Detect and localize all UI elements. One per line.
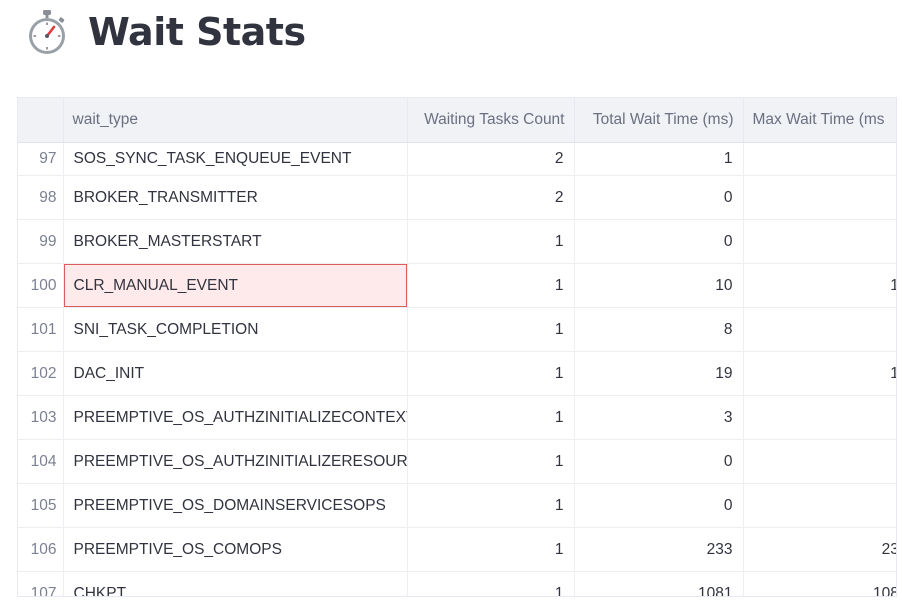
- max-wait-time-cell[interactable]: 0: [743, 219, 896, 264]
- wait-type-cell[interactable]: SOS_SYNC_TASK_ENQUEUE_EVENT: [63, 142, 408, 176]
- total-wait-time-cell[interactable]: 1081: [574, 571, 744, 596]
- wait-type-cell[interactable]: PREEMPTIVE_OS_AUTHZINITIALIZERESOURCEMAN…: [63, 439, 408, 484]
- row-index-cell[interactable]: 101: [18, 307, 64, 352]
- row-index-cell[interactable]: 107: [18, 571, 64, 596]
- row-index-cell[interactable]: 100: [18, 263, 64, 308]
- total-wait-time-cell[interactable]: 10: [574, 263, 744, 308]
- row-index-cell[interactable]: 98: [18, 175, 64, 220]
- wait-type-cell[interactable]: PREEMPTIVE_OS_DOMAINSERVICESOPS: [63, 483, 408, 528]
- column-header-waiting-tasks-count[interactable]: Waiting Tasks Count: [407, 98, 575, 143]
- table-row[interactable]: 101SNI_TASK_COMPLETION188: [18, 307, 896, 352]
- wait-type-cell[interactable]: SNI_TASK_COMPLETION: [63, 307, 408, 352]
- max-wait-time-cell[interactable]: 10: [743, 263, 896, 308]
- total-wait-time-cell[interactable]: 0: [574, 439, 744, 484]
- table-row[interactable]: 106PREEMPTIVE_OS_COMOPS1233233: [18, 527, 896, 572]
- max-wait-time-cell[interactable]: 0: [743, 439, 896, 484]
- table-row[interactable]: 100CLR_MANUAL_EVENT11010: [18, 263, 896, 308]
- max-wait-time-cell[interactable]: 233: [743, 527, 896, 572]
- waiting-tasks-count-cell[interactable]: 1: [407, 307, 575, 352]
- total-wait-time-cell[interactable]: 19: [574, 351, 744, 396]
- table-row[interactable]: 102DAC_INIT11919: [18, 351, 896, 396]
- total-wait-time-cell[interactable]: 0: [574, 219, 744, 264]
- table-header-row: wait_type Waiting Tasks Count Total Wait…: [18, 98, 896, 143]
- stopwatch-icon: [29, 10, 65, 54]
- max-wait-time-cell[interactable]: 3: [743, 395, 896, 440]
- max-wait-time-cell[interactable]: 0: [743, 175, 896, 220]
- selected-cell[interactable]: CLR_MANUAL_EVENT: [63, 263, 408, 308]
- waiting-tasks-count-cell[interactable]: 1: [407, 527, 575, 572]
- table-row[interactable]: 104PREEMPTIVE_OS_AUTHZINITIALIZERESOURCE…: [18, 439, 896, 484]
- total-wait-time-cell[interactable]: 1: [574, 142, 744, 176]
- waiting-tasks-count-cell[interactable]: 1: [407, 395, 575, 440]
- column-header-index[interactable]: [18, 98, 64, 143]
- waiting-tasks-count-cell[interactable]: 1: [407, 263, 575, 308]
- row-index-cell[interactable]: 102: [18, 351, 64, 396]
- waiting-tasks-count-cell[interactable]: 2: [407, 142, 575, 176]
- table-row[interactable]: 97SOS_SYNC_TASK_ENQUEUE_EVENT210: [18, 142, 896, 176]
- max-wait-time-cell[interactable]: 0: [743, 483, 896, 528]
- waiting-tasks-count-cell[interactable]: 1: [407, 483, 575, 528]
- column-header-max-wait-time[interactable]: Max Wait Time (ms: [743, 98, 896, 143]
- waiting-tasks-count-cell[interactable]: 2: [407, 175, 575, 220]
- wait-type-cell[interactable]: DAC_INIT: [63, 351, 408, 396]
- table-row[interactable]: 99BROKER_MASTERSTART100: [18, 219, 896, 264]
- waiting-tasks-count-cell[interactable]: 1: [407, 219, 575, 264]
- page-title: Wait Stats: [88, 10, 306, 54]
- total-wait-time-cell[interactable]: 8: [574, 307, 744, 352]
- total-wait-time-cell[interactable]: 0: [574, 175, 744, 220]
- column-header-total-wait-time[interactable]: Total Wait Time (ms): [574, 98, 744, 143]
- total-wait-time-cell[interactable]: 0: [574, 483, 744, 528]
- page-header: Wait Stats: [26, 6, 306, 58]
- row-index-cell[interactable]: 105: [18, 483, 64, 528]
- table-row[interactable]: 103PREEMPTIVE_OS_AUTHZINITIALIZECONTEXTF…: [18, 395, 896, 440]
- total-wait-time-cell[interactable]: 233: [574, 527, 744, 572]
- row-index-cell[interactable]: 99: [18, 219, 64, 264]
- wait-type-cell[interactable]: BROKER_MASTERSTART: [63, 219, 408, 264]
- table-row[interactable]: 98BROKER_TRANSMITTER200: [18, 175, 896, 220]
- waiting-tasks-count-cell[interactable]: 1: [407, 571, 575, 596]
- row-index-cell[interactable]: 106: [18, 527, 64, 572]
- column-header-wait-type[interactable]: wait_type: [63, 98, 408, 143]
- waiting-tasks-count-cell[interactable]: 1: [407, 439, 575, 484]
- dataframe-table[interactable]: wait_type Waiting Tasks Count Total Wait…: [17, 97, 897, 597]
- wait-type-cell[interactable]: PREEMPTIVE_OS_AUTHZINITIALIZECONTEXTFROM…: [63, 395, 408, 440]
- max-wait-time-cell[interactable]: 1081: [743, 571, 896, 596]
- row-index-cell[interactable]: 97: [18, 142, 64, 176]
- wait-type-cell[interactable]: PREEMPTIVE_OS_COMOPS: [63, 527, 408, 572]
- table-row[interactable]: 107CHKPT110811081: [18, 571, 896, 596]
- table-row[interactable]: 105PREEMPTIVE_OS_DOMAINSERVICESOPS100: [18, 483, 896, 528]
- table-body: 97SOS_SYNC_TASK_ENQUEUE_EVENT21098BROKER…: [18, 142, 896, 596]
- max-wait-time-cell[interactable]: 0: [743, 142, 896, 176]
- max-wait-time-cell[interactable]: 19: [743, 351, 896, 396]
- total-wait-time-cell[interactable]: 3: [574, 395, 744, 440]
- row-index-cell[interactable]: 103: [18, 395, 64, 440]
- row-index-cell[interactable]: 104: [18, 439, 64, 484]
- wait-type-cell[interactable]: BROKER_TRANSMITTER: [63, 175, 408, 220]
- waiting-tasks-count-cell[interactable]: 1: [407, 351, 575, 396]
- max-wait-time-cell[interactable]: 8: [743, 307, 896, 352]
- wait-type-cell[interactable]: CHKPT: [63, 571, 408, 596]
